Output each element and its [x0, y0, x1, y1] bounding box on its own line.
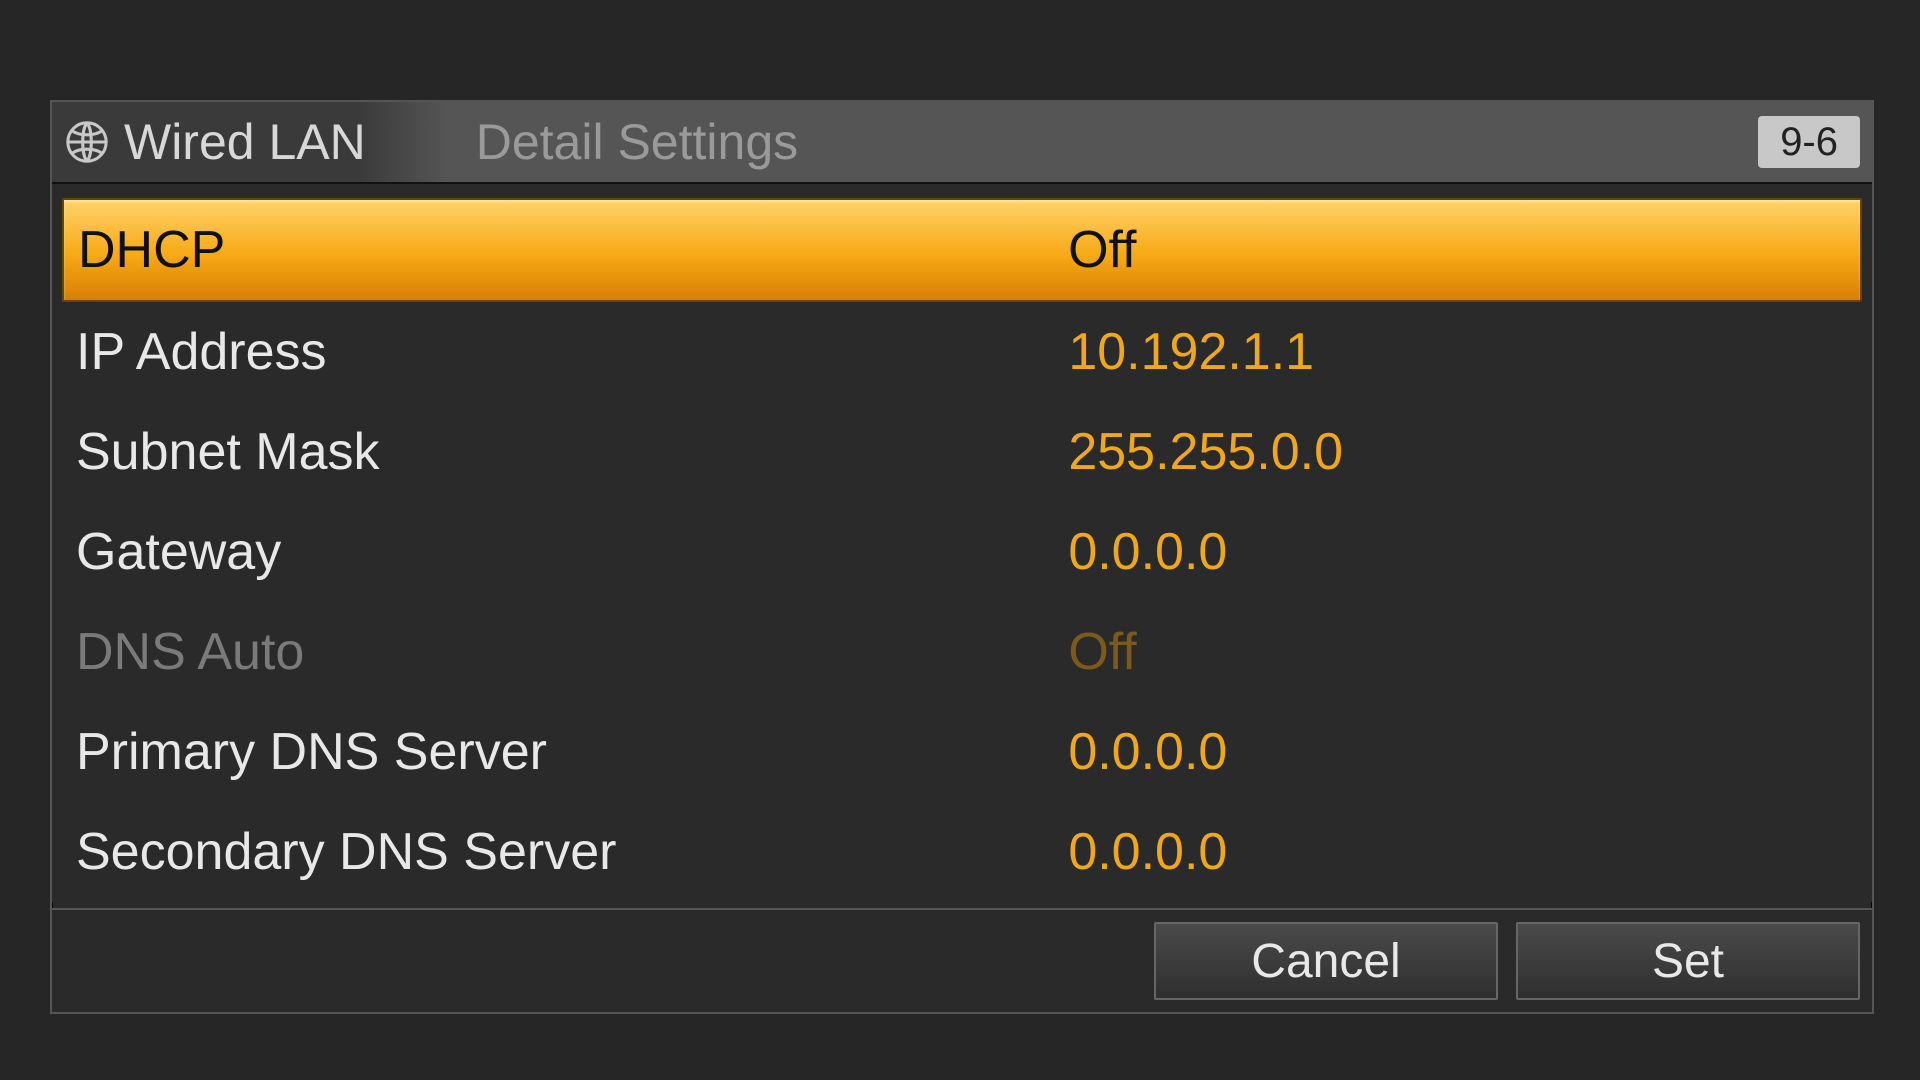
row-subnet-mask[interactable]: Subnet Mask 255.255.0.0 — [62, 402, 1862, 502]
row-value: 0.0.0.0 — [1068, 522, 1848, 582]
row-value: Off — [1068, 622, 1848, 682]
row-label: Secondary DNS Server — [76, 822, 1068, 882]
breadcrumb-active: Wired LAN — [52, 102, 446, 182]
row-dns-auto: DNS Auto Off — [62, 602, 1862, 702]
page-number-badge: 9-6 — [1758, 116, 1860, 168]
set-button[interactable]: Set — [1516, 922, 1860, 1000]
globe-icon — [64, 119, 110, 165]
row-label: DHCP — [78, 220, 1068, 280]
row-dhcp[interactable]: DHCP Off — [62, 198, 1862, 302]
row-secondary-dns[interactable]: Secondary DNS Server 0.0.0.0 — [62, 802, 1862, 902]
breadcrumb-inactive: Detail Settings — [446, 102, 1872, 182]
breadcrumb-inactive-label: Detail Settings — [476, 113, 798, 171]
row-value: 0.0.0.0 — [1068, 822, 1848, 882]
row-value: Off — [1068, 220, 1846, 280]
row-label: Subnet Mask — [76, 422, 1068, 482]
row-label: DNS Auto — [76, 622, 1068, 682]
row-label: Gateway — [76, 522, 1068, 582]
settings-panel: Wired LAN Detail Settings 9-6 DHCP Off I… — [50, 100, 1874, 1014]
cancel-button[interactable]: Cancel — [1154, 922, 1498, 1000]
footer-buttons: Cancel Set — [52, 908, 1872, 1012]
row-value: 255.255.0.0 — [1068, 422, 1848, 482]
row-label: IP Address — [76, 322, 1068, 382]
row-ip-address[interactable]: IP Address 10.192.1.1 — [62, 302, 1862, 402]
row-gateway[interactable]: Gateway 0.0.0.0 — [62, 502, 1862, 602]
row-primary-dns[interactable]: Primary DNS Server 0.0.0.0 — [62, 702, 1862, 802]
row-label: Primary DNS Server — [76, 722, 1068, 782]
breadcrumb: Wired LAN Detail Settings 9-6 — [52, 102, 1872, 184]
row-value: 10.192.1.1 — [1068, 322, 1848, 382]
breadcrumb-active-label: Wired LAN — [124, 113, 366, 171]
row-value: 0.0.0.0 — [1068, 722, 1848, 782]
settings-list: DHCP Off IP Address 10.192.1.1 Subnet Ma… — [52, 184, 1872, 902]
